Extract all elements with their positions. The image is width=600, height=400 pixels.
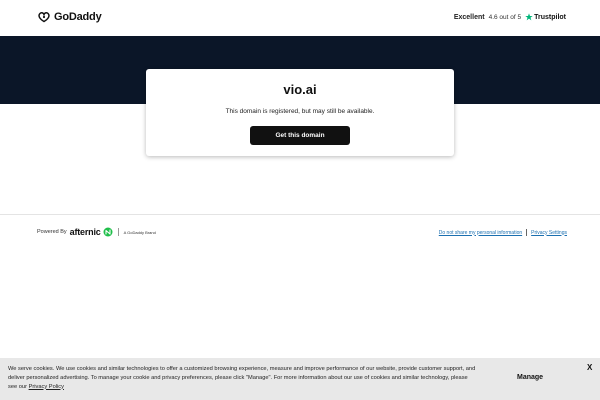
cookie-banner: We serve cookies. We use cookies and sim… (0, 358, 600, 400)
logo-text: GoDaddy (54, 11, 102, 23)
privacy-settings-link[interactable]: Privacy Settings (531, 230, 567, 236)
link-separator (526, 229, 528, 236)
afternic-logo[interactable]: afternic (70, 227, 113, 237)
do-not-share-link[interactable]: Do not share my personal information (439, 230, 522, 236)
rating-score: 4.6 out of 5 (488, 13, 522, 21)
cookie-text: We serve cookies. We use cookies and sim… (8, 365, 478, 391)
manage-cookies-button[interactable]: Manage (517, 374, 543, 381)
godaddy-logo[interactable]: GoDaddy (37, 11, 102, 23)
domain-card: vio.ai This domain is registered, but ma… (146, 69, 454, 156)
trustpilot-rating[interactable]: Excellent 4.6 out of 5 Trustpilot (454, 13, 566, 21)
footer-links: Do not share my personal information Pri… (439, 229, 567, 236)
trustpilot-star-icon (525, 13, 533, 21)
get-domain-button[interactable]: Get this domain (250, 126, 350, 145)
afternic-text: afternic (69, 227, 101, 237)
site-header: GoDaddy Excellent 4.6 out of 5 Trustpilo… (0, 0, 600, 36)
trustpilot-text: Trustpilot (534, 13, 566, 21)
footer-separator (117, 228, 119, 236)
domain-name: vio.ai (283, 82, 317, 97)
rating-label: Excellent (453, 13, 485, 21)
privacy-policy-link[interactable]: Privacy Policy (29, 384, 64, 390)
cookie-message: We serve cookies. We use cookies and sim… (8, 366, 476, 390)
godaddy-logo-icon (38, 12, 50, 23)
powered-by-label: Powered By (37, 229, 67, 235)
powered-by: Powered By afternic A GoDaddy Brand (37, 227, 156, 237)
close-cookie-banner-button[interactable]: X (587, 363, 592, 372)
godaddy-brand-note: A GoDaddy Brand (123, 229, 156, 235)
afternic-icon (103, 227, 113, 237)
footer-divider (0, 214, 600, 215)
trustpilot-logo: Trustpilot (525, 13, 566, 21)
domain-status-text: This domain is registered, but may still… (225, 108, 375, 115)
